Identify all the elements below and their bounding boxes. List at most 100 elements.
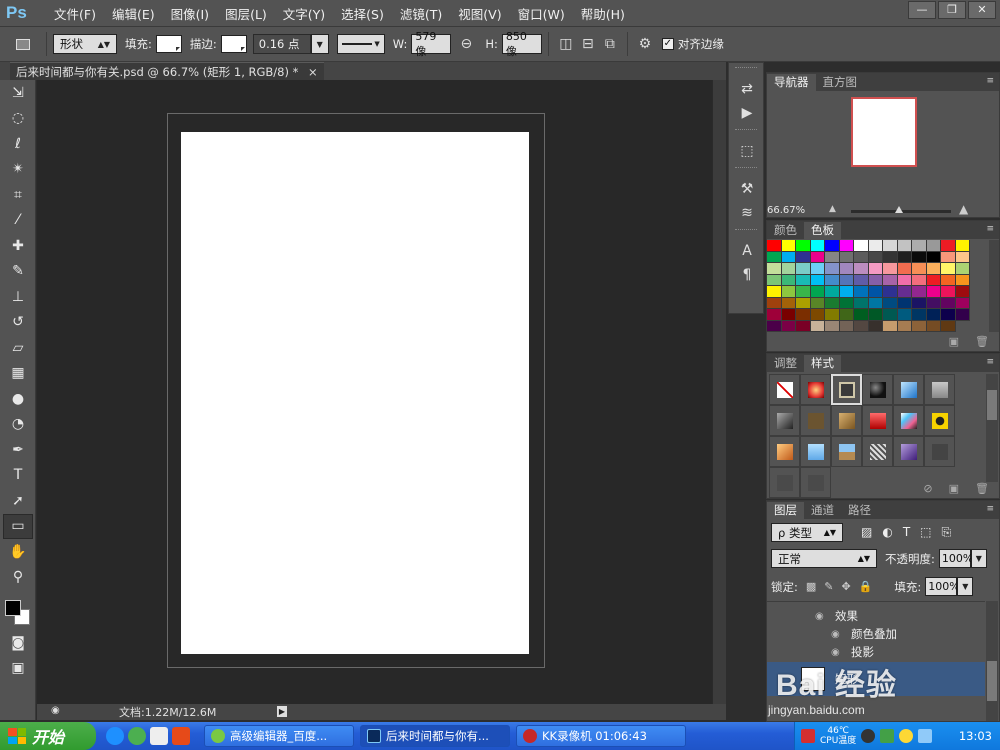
mail-icon[interactable] bbox=[150, 727, 168, 745]
vertical-scrollbar[interactable] bbox=[712, 80, 726, 704]
color-swatch[interactable] bbox=[839, 251, 854, 263]
dock-grip[interactable] bbox=[735, 167, 757, 173]
color-swatch[interactable] bbox=[912, 320, 927, 332]
color-swatch[interactable] bbox=[767, 286, 782, 298]
color-swatch[interactable] bbox=[810, 297, 825, 309]
blur-tool-icon[interactable]: ● bbox=[0, 386, 36, 412]
close-button[interactable]: ✕ bbox=[968, 1, 996, 19]
white-rectangle-shape[interactable] bbox=[181, 132, 529, 654]
stroke-type-dropdown[interactable]: ▼ bbox=[336, 34, 385, 54]
style-preset-striped[interactable] bbox=[862, 436, 893, 467]
ie-icon[interactable] bbox=[106, 727, 124, 745]
fill-color-swatch[interactable] bbox=[155, 35, 182, 53]
color-swatch[interactable] bbox=[912, 286, 927, 298]
zoom-tool-icon[interactable]: ⚲ bbox=[0, 565, 36, 591]
color-swatch[interactable] bbox=[854, 320, 869, 332]
color-swatch[interactable] bbox=[883, 251, 898, 263]
color-swatch[interactable] bbox=[926, 240, 941, 252]
dock-grip[interactable] bbox=[735, 67, 757, 73]
color-swatch[interactable] bbox=[781, 297, 796, 309]
color-swatch[interactable] bbox=[955, 251, 970, 263]
healing-brush-tool-icon[interactable]: ✚ bbox=[0, 233, 36, 259]
navigator-zoom-value[interactable]: 66.67% bbox=[767, 205, 805, 216]
color-swatch[interactable] bbox=[767, 320, 782, 332]
color-swatch[interactable] bbox=[955, 297, 970, 309]
status-icon[interactable]: ◉ bbox=[51, 705, 67, 719]
height-field[interactable]: 850 像 bbox=[501, 30, 542, 58]
style-preset-gray-bevel[interactable] bbox=[924, 374, 955, 405]
color-swatch[interactable] bbox=[810, 251, 825, 263]
menu-layer[interactable]: 图层(L) bbox=[217, 4, 275, 23]
delete-swatch-icon[interactable]: 🗑 bbox=[975, 335, 989, 348]
menu-window[interactable]: 窗口(W) bbox=[510, 4, 573, 23]
menu-filter[interactable]: 滤镜(T) bbox=[392, 4, 450, 23]
type-tool-icon[interactable]: T bbox=[0, 463, 36, 489]
color-swatch[interactable] bbox=[854, 274, 869, 286]
style-preset-dark-chrome[interactable] bbox=[769, 405, 800, 436]
color-swatch[interactable] bbox=[825, 286, 840, 298]
color-overlay-effect-row[interactable]: ◉ 颜色叠加 bbox=[831, 626, 897, 642]
app-tray-icon[interactable] bbox=[861, 729, 876, 743]
menu-view[interactable]: 视图(V) bbox=[450, 4, 509, 23]
color-swatch[interactable] bbox=[825, 251, 840, 263]
color-swatch[interactable] bbox=[796, 240, 811, 252]
color-swatch[interactable] bbox=[854, 263, 869, 275]
battery-icon[interactable] bbox=[880, 729, 895, 743]
tab-styles[interactable]: 样式 bbox=[804, 355, 841, 372]
color-swatch[interactable] bbox=[796, 251, 811, 263]
color-swatch[interactable] bbox=[839, 309, 854, 321]
color-swatch[interactable] bbox=[883, 297, 898, 309]
color-swatch[interactable] bbox=[825, 274, 840, 286]
style-preset-sky-blue[interactable] bbox=[800, 436, 831, 467]
color-swatch[interactable] bbox=[926, 320, 941, 332]
gradient-tool-icon[interactable]: ▦ bbox=[0, 361, 36, 387]
color-swatch[interactable] bbox=[767, 263, 782, 275]
color-swatch[interactable] bbox=[941, 286, 956, 298]
menu-image[interactable]: 图像(I) bbox=[163, 4, 217, 23]
style-preset-black-sphere[interactable] bbox=[862, 374, 893, 405]
style-preset-none[interactable] bbox=[769, 374, 800, 405]
color-swatch[interactable] bbox=[897, 286, 912, 298]
taskbar-item-editor[interactable]: 高级编辑器_百度... bbox=[204, 725, 354, 747]
3d-panel-icon[interactable]: ⬚ bbox=[729, 139, 765, 163]
menu-type[interactable]: 文字(Y) bbox=[275, 4, 333, 23]
scrollbar-thumb[interactable] bbox=[987, 661, 997, 701]
path-selection-tool-icon[interactable]: ➚ bbox=[0, 488, 36, 514]
clone-stamp-tool-icon[interactable]: ⊥ bbox=[0, 284, 36, 310]
taskbar-item-kk-recorder[interactable]: KK录像机 01:06:43 bbox=[516, 725, 686, 747]
tab-histogram[interactable]: 直方图 bbox=[816, 74, 865, 91]
color-swatch[interactable] bbox=[883, 274, 898, 286]
color-swatch[interactable] bbox=[955, 274, 970, 286]
color-swatch[interactable] bbox=[810, 263, 825, 275]
style-preset-orange-glow[interactable] bbox=[769, 436, 800, 467]
close-icon[interactable]: × bbox=[308, 65, 318, 79]
eyedropper-tool-icon[interactable]: ⁄ bbox=[0, 208, 36, 234]
gear-icon[interactable]: ⚙ bbox=[634, 33, 656, 55]
color-swatch[interactable] bbox=[941, 240, 956, 252]
network-icon[interactable] bbox=[918, 729, 933, 743]
color-swatch[interactable] bbox=[897, 274, 912, 286]
eye-icon[interactable]: ◉ bbox=[831, 629, 845, 640]
minimize-button[interactable]: — bbox=[908, 1, 936, 19]
color-swatch[interactable] bbox=[854, 240, 869, 252]
color-swatch[interactable] bbox=[897, 263, 912, 275]
lock-position-icon[interactable]: ✥ bbox=[842, 580, 851, 593]
tab-navigator[interactable]: 导航器 bbox=[767, 74, 816, 91]
color-swatch[interactable] bbox=[941, 309, 956, 321]
app-icon[interactable] bbox=[172, 727, 190, 745]
screen-mode-icon[interactable]: ▣ bbox=[0, 656, 36, 682]
zoom-slider-handle[interactable] bbox=[895, 206, 903, 213]
link-icon[interactable]: ⊖ bbox=[455, 33, 477, 55]
path-operations-icon[interactable]: ◫ bbox=[555, 33, 577, 55]
actions-panel-icon[interactable]: ▶ bbox=[729, 101, 765, 125]
character-panel-icon[interactable]: A bbox=[729, 239, 765, 263]
tab-layers[interactable]: 图层 bbox=[767, 502, 804, 519]
color-swatch[interactable] bbox=[810, 240, 825, 252]
lock-pixels-icon[interactable]: ✎ bbox=[824, 580, 833, 593]
color-swatch[interactable] bbox=[868, 297, 883, 309]
shape-mode-dropdown[interactable]: 形状 ▲▼ bbox=[53, 34, 117, 54]
tray-icon[interactable] bbox=[899, 729, 914, 743]
color-swatch[interactable] bbox=[839, 297, 854, 309]
color-swatch[interactable] bbox=[897, 240, 912, 252]
color-swatch[interactable] bbox=[883, 240, 898, 252]
